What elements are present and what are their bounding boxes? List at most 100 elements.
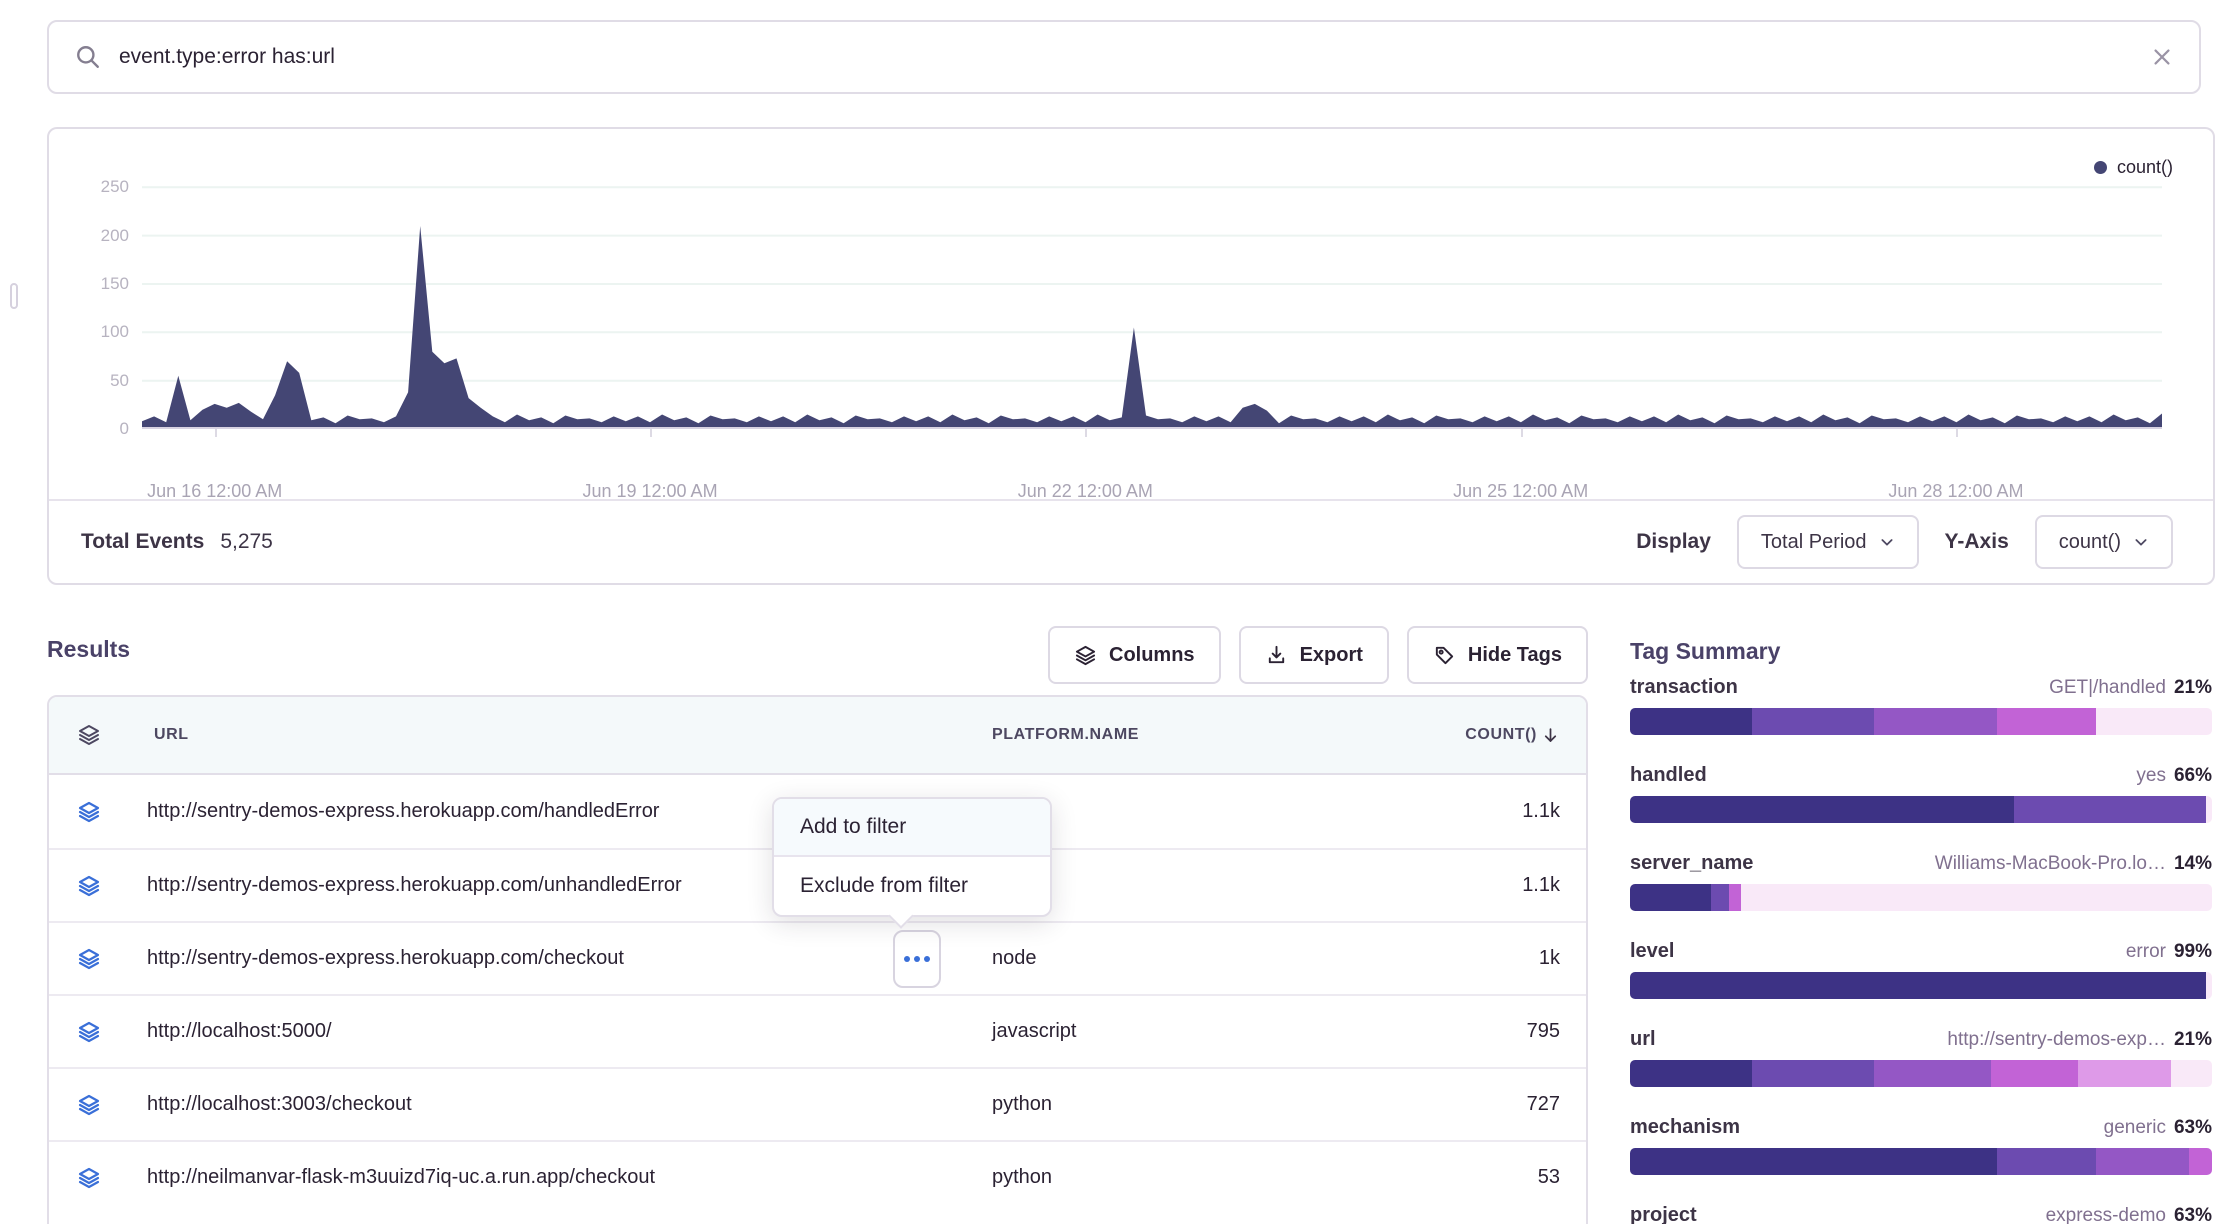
dot-icon: [914, 956, 920, 962]
tag-bar-segment[interactable]: [1630, 796, 2014, 823]
area-chart-svg: [142, 167, 2162, 429]
tag-bar-segment[interactable]: [2096, 708, 2212, 735]
cell-actions-menu: Add to filter Exclude from filter: [772, 797, 1052, 917]
platform-cell[interactable]: python: [970, 1093, 1420, 1116]
events-chart-panel: count() 050100150200250 Jun 16 12:00 AMJ…: [47, 127, 2215, 585]
tag-name[interactable]: handled: [1630, 764, 1707, 787]
tag-percent: 66%: [2174, 765, 2212, 787]
tag-top-value[interactable]: GET|/handled: [2049, 677, 2166, 699]
tag-bar-segment[interactable]: [1752, 708, 1874, 735]
tag-distribution-bar: [1630, 1060, 2212, 1087]
tag-bar-segment[interactable]: [1630, 708, 1752, 735]
y-axis-tick-label: 100: [67, 321, 129, 343]
header-count[interactable]: COUNT(): [1465, 726, 1560, 745]
layers-icon: [77, 800, 101, 824]
tag-bar-segment[interactable]: [1874, 1060, 1990, 1087]
x-axis-tickmark: [215, 429, 217, 437]
close-icon[interactable]: [2151, 46, 2173, 68]
tag-top-value[interactable]: generic: [2104, 1117, 2166, 1139]
url-cell[interactable]: http://neilmanvar-flask-m3uuizd7iq-uc.a.…: [129, 1166, 970, 1189]
x-axis-tickmark: [1956, 429, 1958, 437]
tag-distribution-bar: [1630, 708, 2212, 735]
layers-icon: [77, 874, 101, 898]
menu-item-add-to-filter[interactable]: Add to filter: [774, 799, 1050, 857]
count-cell[interactable]: 1.1k: [1420, 800, 1588, 823]
tag-bar-segment[interactable]: [2096, 1148, 2189, 1175]
display-dropdown[interactable]: Total Period: [1737, 515, 1919, 569]
count-cell[interactable]: 795: [1420, 1020, 1588, 1043]
url-cell[interactable]: http://localhost:5000/: [129, 1020, 970, 1043]
tag-bar-segment[interactable]: [1630, 1148, 1997, 1175]
tag-bar-segment[interactable]: [1874, 708, 1996, 735]
platform-cell[interactable]: javascript: [970, 1020, 1420, 1043]
count-cell[interactable]: 53: [1420, 1166, 1588, 1189]
tag-top-value[interactable]: Williams-MacBook-Pro.lo…: [1935, 853, 2166, 875]
tag-bar-segment[interactable]: [1752, 1060, 1874, 1087]
count-cell[interactable]: 727: [1420, 1093, 1588, 1116]
layers-icon: [1074, 644, 1097, 667]
table-header-row: URL PLATFORM.NAME COUNT(): [49, 697, 1586, 775]
chart-footer: Total Events 5,275 Display Total Period …: [49, 501, 2213, 583]
tag-bar-segment[interactable]: [1711, 884, 1728, 911]
cell-actions-button[interactable]: [893, 930, 941, 988]
x-axis-tickmark: [1521, 429, 1523, 437]
tag-name[interactable]: project: [1630, 1204, 1697, 1224]
tag-name[interactable]: transaction: [1630, 676, 1738, 699]
tag-distribution-bar: [1630, 796, 2212, 823]
count-cell[interactable]: 1k: [1420, 947, 1588, 970]
x-axis-tickmark: [650, 429, 652, 437]
url-cell[interactable]: http://sentry-demos-express.herokuapp.co…: [129, 947, 970, 970]
platform-cell[interactable]: node: [970, 947, 1420, 970]
tag-bar-segment[interactable]: [1991, 1060, 2078, 1087]
event-count-chart[interactable]: [142, 167, 2162, 429]
header-url[interactable]: URL: [129, 726, 970, 744]
tag-bar-segment[interactable]: [1997, 708, 2096, 735]
platform-cell[interactable]: python: [970, 1166, 1420, 1189]
tag-bar-segment[interactable]: [1729, 884, 1741, 911]
tag-bar-segment[interactable]: [2014, 796, 2206, 823]
tag-name[interactable]: level: [1630, 940, 1674, 963]
tag-top-value[interactable]: error: [2126, 941, 2166, 963]
y-axis-labels: 050100150200250: [67, 167, 129, 429]
export-button[interactable]: Export: [1239, 626, 1389, 684]
tag-bar-segment[interactable]: [2206, 796, 2212, 823]
total-events-value: 5,275: [220, 530, 273, 554]
layers-icon: [77, 947, 101, 971]
count-cell[interactable]: 1.1k: [1420, 874, 1588, 897]
header-platform[interactable]: PLATFORM.NAME: [970, 726, 1420, 744]
hide-tags-button[interactable]: Hide Tags: [1407, 626, 1588, 684]
tag-bar-segment[interactable]: [2078, 1060, 2171, 1087]
tag-bar-segment[interactable]: [1630, 972, 2206, 999]
tag-bar-segment[interactable]: [1630, 1060, 1752, 1087]
tag-bar-segment[interactable]: [1741, 884, 2212, 911]
header-count-label: COUNT(): [1465, 726, 1537, 744]
tag-bar-segment[interactable]: [2206, 972, 2212, 999]
results-table: URL PLATFORM.NAME COUNT() http://sentry-…: [47, 695, 1588, 1224]
chevron-down-icon: [2133, 534, 2149, 550]
tag-name[interactable]: mechanism: [1630, 1116, 1740, 1139]
search-input[interactable]: event.type:error has:url: [119, 45, 2133, 69]
tag-top-value[interactable]: express-demo: [2046, 1205, 2166, 1224]
tag-bar-segment[interactable]: [1997, 1148, 2096, 1175]
columns-button[interactable]: Columns: [1048, 626, 1221, 684]
tag-bar-segment[interactable]: [2171, 1060, 2212, 1087]
search-bar[interactable]: event.type:error has:url: [47, 20, 2201, 94]
tag-top-value[interactable]: yes: [2136, 765, 2166, 787]
table-row: http://neilmanvar-flask-m3uuizd7iq-uc.a.…: [49, 1140, 1586, 1213]
yaxis-dropdown[interactable]: count(): [2035, 515, 2173, 569]
panel-drag-handle[interactable]: [10, 283, 18, 309]
tag-bar-segment[interactable]: [2189, 1148, 2212, 1175]
url-cell[interactable]: http://localhost:3003/checkout: [129, 1093, 970, 1116]
tag-summary-title: Tag Summary: [1630, 638, 2212, 665]
y-axis-tick-label: 0: [67, 418, 129, 440]
tag-bar-segment[interactable]: [1630, 884, 1711, 911]
hide-tags-button-label: Hide Tags: [1468, 644, 1562, 667]
tag-percent: 21%: [2174, 1029, 2212, 1051]
display-label: Display: [1636, 530, 1711, 554]
tag-top-value[interactable]: http://sentry-demos-exp…: [1947, 1029, 2166, 1051]
tag-name[interactable]: server_name: [1630, 852, 1753, 875]
tag-name[interactable]: url: [1630, 1028, 1656, 1051]
y-axis-tick-label: 200: [67, 225, 129, 247]
yaxis-dropdown-value: count(): [2059, 531, 2121, 554]
menu-item-exclude-from-filter[interactable]: Exclude from filter: [774, 857, 1050, 915]
